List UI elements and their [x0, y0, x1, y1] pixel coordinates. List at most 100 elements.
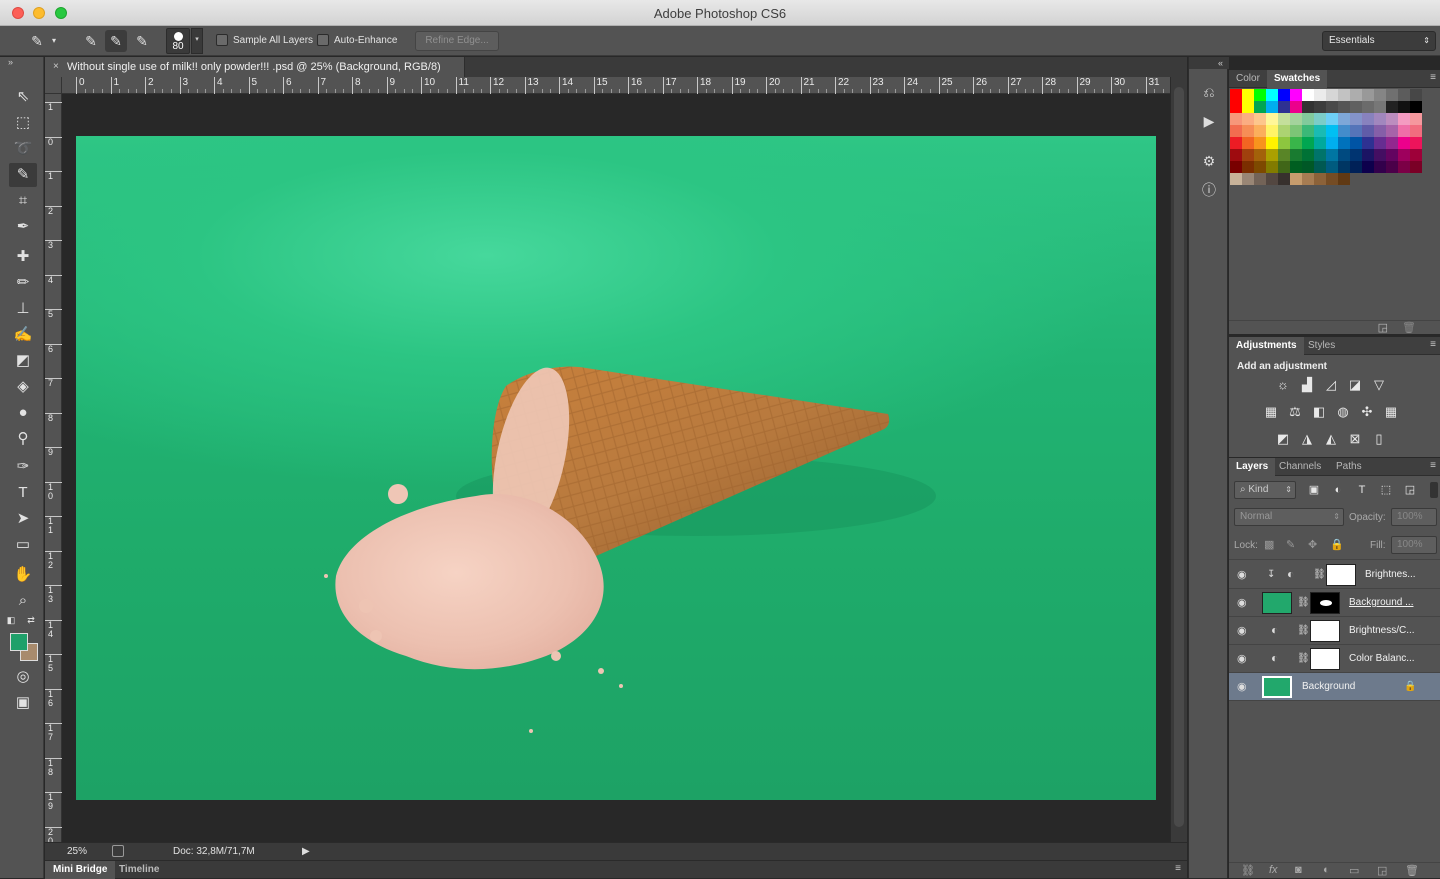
new-selection-icon[interactable]: ✎ [80, 30, 102, 52]
color-swatch[interactable] [1242, 113, 1254, 125]
delete-swatch-icon[interactable]: 🗑 [1402, 321, 1416, 334]
blur-tool-icon[interactable]: ● [9, 401, 37, 425]
color-swatch[interactable] [1338, 101, 1350, 113]
color-swatch[interactable] [1386, 149, 1398, 161]
screen-mode-icon[interactable]: ▣ [9, 691, 37, 715]
move-tool-icon[interactable]: ⇖ [9, 85, 37, 109]
status-menu-arrow-icon[interactable]: ▶ [302, 843, 310, 860]
tab-channels[interactable]: Channels [1272, 458, 1328, 476]
filter-type-icon[interactable]: T [1354, 482, 1370, 498]
foreground-color-swatch[interactable] [10, 633, 28, 651]
tab-swatches[interactable]: Swatches [1267, 70, 1328, 88]
paint-bucket-tool-icon[interactable]: ◈ [9, 375, 37, 399]
color-swatch[interactable] [1338, 149, 1350, 161]
new-group-icon[interactable]: ▭ [1349, 864, 1359, 877]
rectangle-tool-icon[interactable]: ▭ [9, 533, 37, 557]
opacity-input[interactable]: 100% [1391, 508, 1437, 526]
color-swatch[interactable] [1302, 173, 1314, 185]
color-swatch[interactable] [1362, 113, 1374, 125]
actions-panel-icon[interactable]: ▶ [1199, 111, 1219, 131]
color-swatch[interactable] [1278, 101, 1290, 113]
color-swatch[interactable] [1254, 161, 1266, 173]
scrollbar-thumb[interactable] [1174, 87, 1184, 827]
color-swatch[interactable] [1242, 89, 1254, 101]
visibility-eye-icon[interactable]: ◉ [1237, 596, 1247, 609]
layer-name[interactable]: Brightnes... [1365, 569, 1416, 580]
zoom-tool-icon[interactable]: ⌕ [9, 589, 37, 613]
color-swatch[interactable] [1302, 137, 1314, 149]
tab-adjustments[interactable]: Adjustments [1229, 337, 1304, 355]
color-swatch[interactable] [1290, 125, 1302, 137]
layer-row[interactable]: ◉ ◐ ⛓ Brightness/C... [1229, 617, 1440, 645]
color-swatch[interactable] [1326, 137, 1338, 149]
visibility-eye-icon[interactable]: ◉ [1237, 568, 1247, 581]
color-swatch[interactable] [1362, 125, 1374, 137]
add-to-selection-icon[interactable]: ✎ [105, 30, 127, 52]
layer-row-selected[interactable]: ◉ Background 🔒 [1229, 673, 1440, 701]
color-swatch[interactable] [1302, 161, 1314, 173]
link-layers-icon[interactable]: ⛓ [1241, 864, 1255, 877]
delete-layer-icon[interactable]: 🗑 [1405, 864, 1419, 877]
color-swatch[interactable] [1386, 125, 1398, 137]
color-swatch[interactable] [1302, 113, 1314, 125]
layers-menu-icon[interactable]: ≡ [1430, 460, 1436, 471]
brush-picker-arrow-icon[interactable]: ▾ [191, 28, 203, 54]
color-swatch[interactable] [1254, 101, 1266, 113]
path-selection-tool-icon[interactable]: ➤ [9, 507, 37, 531]
color-swatch[interactable] [1326, 149, 1338, 161]
lock-image-icon[interactable]: ✎ [1286, 538, 1295, 551]
fill-input[interactable]: 100% [1391, 536, 1437, 554]
history-panel-icon[interactable]: ⎌ [1199, 82, 1219, 102]
color-swatch[interactable] [1266, 149, 1278, 161]
color-swatch[interactable] [1410, 161, 1422, 173]
color-swatch[interactable] [1278, 125, 1290, 137]
adjustments-menu-icon[interactable]: ≡ [1430, 339, 1436, 350]
color-swatch[interactable] [1314, 173, 1326, 185]
close-document-icon[interactable]: × [53, 57, 59, 77]
layer-style-icon[interactable]: fx [1269, 864, 1278, 876]
layer-mask-thumbnail[interactable] [1326, 564, 1356, 586]
color-swatch[interactable] [1386, 89, 1398, 101]
lock-transparent-icon[interactable]: ▩ [1264, 538, 1274, 551]
color-swatch[interactable] [1398, 149, 1410, 161]
color-swatch[interactable] [1374, 137, 1386, 149]
tab-mini-bridge[interactable]: Mini Bridge [45, 861, 116, 879]
color-swatch[interactable] [1338, 161, 1350, 173]
filter-shape-icon[interactable]: ⬚ [1378, 482, 1394, 498]
color-swatch[interactable] [1326, 173, 1338, 185]
color-swatch[interactable] [1374, 101, 1386, 113]
filter-smart-object-icon[interactable]: ◲ [1402, 482, 1418, 498]
color-swatch[interactable] [1374, 113, 1386, 125]
tab-paths[interactable]: Paths [1329, 458, 1369, 476]
filter-kind-select[interactable]: ⌕ Kind ⇕ [1234, 481, 1296, 499]
layer-mask-thumbnail[interactable] [1310, 620, 1340, 642]
panel-menu-icon[interactable]: ≡ [1175, 863, 1181, 874]
color-lookup-icon[interactable]: ▦ [1383, 404, 1399, 420]
brush-size-picker[interactable]: 80 [166, 28, 190, 54]
layer-row[interactable]: ◉ ⛓ Background ... [1229, 589, 1440, 617]
color-swatch[interactable] [1302, 101, 1314, 113]
photo-filter-icon[interactable]: ◍ [1335, 404, 1351, 420]
layer-name[interactable]: Color Balanc... [1349, 653, 1415, 664]
color-swatch[interactable] [1230, 137, 1242, 149]
color-swatch[interactable] [1362, 137, 1374, 149]
color-swatch[interactable] [1350, 101, 1362, 113]
layer-name[interactable]: Background [1302, 681, 1355, 692]
color-swatch[interactable] [1230, 149, 1242, 161]
color-swatch[interactable] [1398, 89, 1410, 101]
color-swatch[interactable] [1338, 89, 1350, 101]
color-swatch[interactable] [1230, 161, 1242, 173]
color-swatch[interactable] [1278, 89, 1290, 101]
horizontal-ruler[interactable]: 0 1 2 3 4 5 6 7 8 9 10 11 12 13 14 15 16 17 18 19 20 21 22 23 24… [62, 77, 1173, 94]
hue-saturation-icon[interactable]: ▦ [1263, 404, 1279, 420]
swatch-grid[interactable] [1230, 89, 1422, 185]
color-swatch[interactable] [1266, 161, 1278, 173]
layer-row[interactable]: ◉ ↧ ◐ ⛓ Brightnes... [1229, 561, 1440, 589]
add-mask-icon[interactable]: ◙ [1295, 864, 1302, 876]
color-swatch[interactable] [1338, 113, 1350, 125]
color-swatch[interactable] [1254, 113, 1266, 125]
color-swatch[interactable] [1254, 137, 1266, 149]
color-swatch[interactable] [1410, 137, 1422, 149]
color-swatch[interactable] [1242, 149, 1254, 161]
lock-all-icon[interactable]: 🔒 [1330, 538, 1344, 551]
